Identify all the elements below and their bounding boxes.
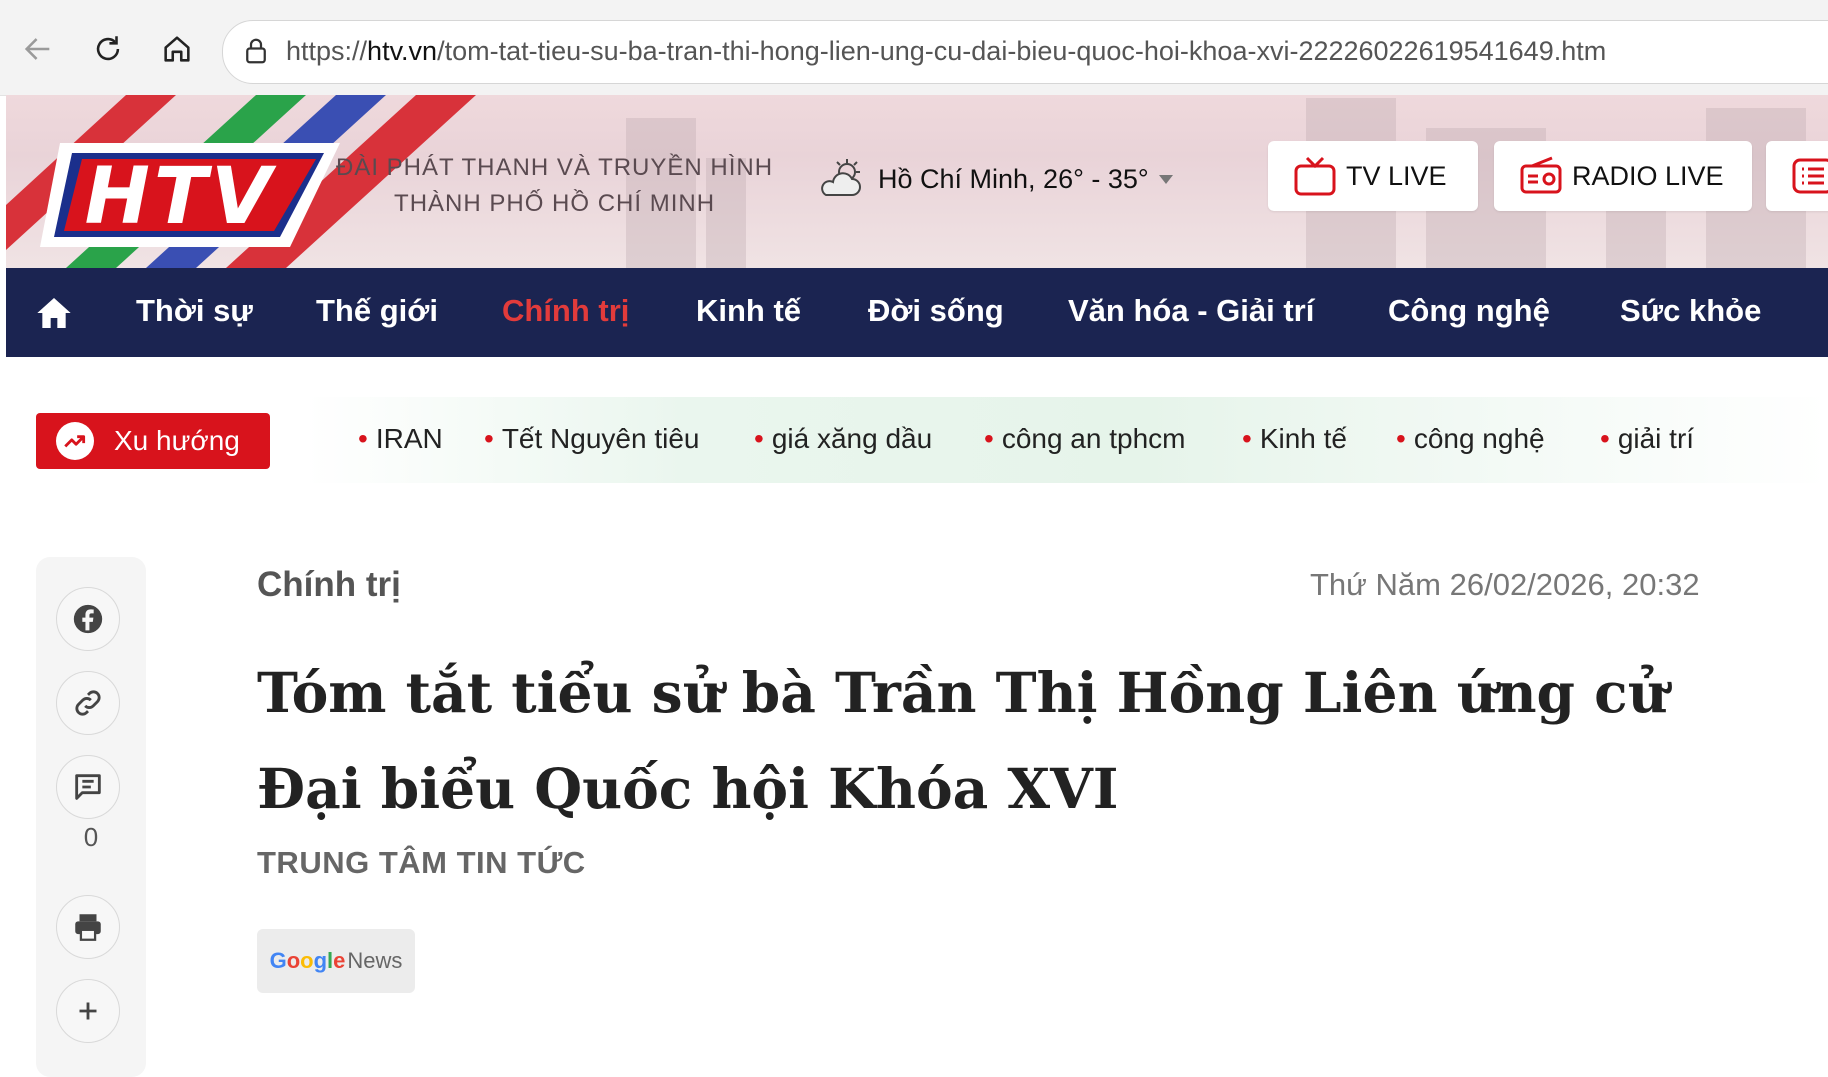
address-bar[interactable]: https://htv.vn/tom-tat-tieu-su-ba-tran-t… (222, 20, 1828, 84)
lock-icon (246, 38, 266, 64)
chevron-down-icon (1158, 174, 1173, 184)
nav-item-suc-khoe[interactable]: Sức khỏe (1620, 293, 1761, 329)
comment-count: 0 (83, 822, 99, 852)
print-button[interactable] (56, 895, 120, 959)
nav-item-doi-song[interactable]: Đời sống (868, 293, 1004, 329)
google-logo: Google (269, 948, 346, 973)
svg-text:HTV: HTV (85, 152, 277, 242)
cloud-sun-icon (821, 159, 861, 196)
facebook-share-button[interactable] (56, 587, 120, 651)
trending-tag[interactable]: IRAN (358, 423, 443, 455)
org-name: ĐÀI PHÁT THANH VÀ TRUYỀN HÌNH THÀNH PHỐ … (336, 154, 774, 217)
comment-icon (75, 774, 101, 800)
google-news-label: News (347, 948, 403, 973)
tv-live-button[interactable]: TV LIVE (1268, 141, 1478, 211)
trending-button[interactable]: Xu hướng (36, 413, 270, 469)
back-arrow-icon (24, 38, 50, 60)
site: HTV ĐÀI PHÁT THANH VÀ TRUYỀN HÌNH THÀNH … (6, 95, 1828, 1077)
weather-text: Hồ Chí Minh, 26° - 35° (878, 163, 1149, 194)
main-nav: Thời sự Thế giới Chính trị Kinh tế Đời s… (6, 268, 1828, 357)
nav-item-van-hoa-giai-tri[interactable]: Văn hóa - Giải trí (1068, 293, 1314, 329)
site-header: HTV ĐÀI PHÁT THANH VÀ TRUYỀN HÌNH THÀNH … (6, 95, 1828, 268)
menu-button[interactable] (1766, 141, 1828, 211)
article-title: Tóm tắt tiểu sử bà Trần Thị Hồng Liên ứn… (257, 660, 1668, 821)
trending-tag[interactable]: Tết Nguyên tiêu (484, 423, 700, 455)
trending-up-icon (64, 435, 86, 448)
link-icon (75, 690, 101, 716)
back-button[interactable] (16, 27, 60, 71)
url-text: https://htv.vn/tom-tat-tieu-su-ba-tran-t… (286, 36, 1607, 66)
trending-tag[interactable]: công an tphcm (984, 423, 1186, 455)
trending-tag[interactable]: giải trí (1600, 423, 1694, 455)
copy-link-button[interactable] (56, 671, 120, 735)
plus-icon (79, 1002, 97, 1020)
home-button[interactable] (155, 27, 199, 71)
browser-toolbar: https://htv.vn/tom-tat-tieu-su-ba-tran-t… (0, 0, 1828, 96)
htv-logo[interactable]: HTV (40, 135, 340, 255)
google-news-button[interactable]: Google News (257, 929, 415, 993)
zoom-in-button[interactable] (56, 979, 120, 1043)
nav-item-chinh-tri[interactable]: Chính trị (502, 293, 629, 329)
article-author: TRUNG TÂM TIN TỨC (257, 845, 586, 880)
nav-item-the-gioi[interactable]: Thế giới (316, 293, 438, 329)
list-icon (1792, 158, 1828, 194)
article-category[interactable]: Chính trị (257, 565, 401, 605)
printer-icon (75, 914, 101, 941)
share-rail: 0 (36, 557, 146, 1077)
weather-widget[interactable]: Hồ Chí Minh, 26° - 35° (816, 157, 1173, 201)
comment-button[interactable] (56, 755, 120, 819)
article-datetime: Thứ Năm 26/02/2026, 20:32 (1310, 567, 1700, 602)
nav-item-kinh-te[interactable]: Kinh tế (696, 293, 801, 329)
trending-tag[interactable]: giá xăng dầu (754, 423, 932, 455)
radio-live-button[interactable]: RADIO LIVE (1494, 141, 1752, 211)
tv-icon (1294, 156, 1336, 196)
reload-button[interactable] (86, 27, 130, 71)
home-outline-icon (164, 36, 190, 62)
trending-tag[interactable]: công nghệ (1396, 423, 1545, 455)
facebook-icon (73, 604, 103, 634)
reload-icon (96, 36, 120, 61)
home-icon[interactable] (34, 293, 74, 333)
radio-icon (1520, 156, 1562, 194)
nav-item-cong-nghe[interactable]: Công nghệ (1388, 293, 1550, 329)
trending-tag[interactable]: Kinh tế (1242, 423, 1347, 455)
nav-item-thoi-su[interactable]: Thời sự (136, 293, 253, 329)
